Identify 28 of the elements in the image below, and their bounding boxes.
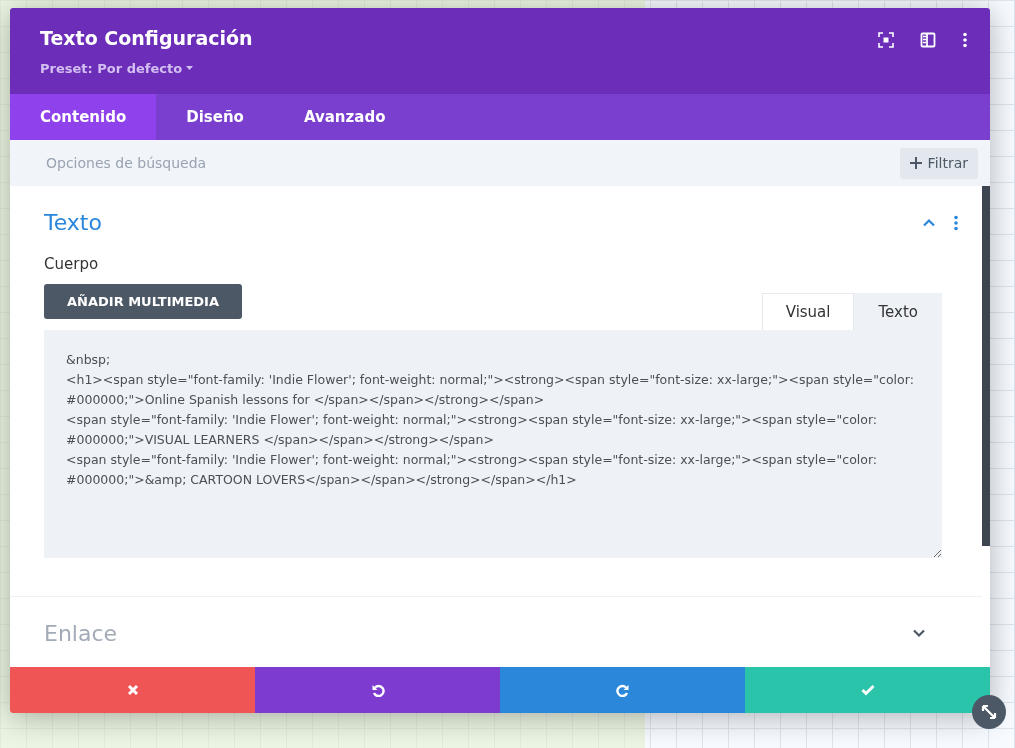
tab[interactable]: Diseño xyxy=(156,94,274,140)
plus-icon xyxy=(909,157,922,169)
search-field[interactable]: Opciones de búsqueda xyxy=(44,151,444,175)
tab[interactable]: Contenido xyxy=(10,94,157,140)
check-icon xyxy=(860,683,875,697)
tab[interactable]: Avanzado xyxy=(273,94,416,140)
section-title: Enlace xyxy=(44,620,118,648)
editor-tab[interactable]: Visual xyxy=(761,292,855,330)
more-icon[interactable] xyxy=(954,214,958,231)
resize-handle[interactable] xyxy=(972,695,1006,729)
scrollbar[interactable] xyxy=(982,186,990,546)
expand-icon[interactable] xyxy=(912,629,926,638)
undo-icon xyxy=(370,683,385,697)
modal-title: Texto Configuración xyxy=(40,26,253,51)
sidebar-icon[interactable] xyxy=(920,32,936,48)
editor-tab[interactable]: Texto xyxy=(854,292,942,330)
code-editor[interactable]: &nbsp; <h1><span style="font-family: 'Indie Flower'; font-weight: normal;"><strong><span style="font-size: xx-large;"><span style="color: #000000;">Online Spanish lessons for </span></span></strong></span> <span style="font-family: 'Indie Flower'; font-weight: normal;"><strong><span style="font-size: xx-large;"><span style="color: #000000;">VISUAL LEARNERS </span></span></strong></span> <span style="font-family: 'Indie Flower'; font-weight: normal;"><strong><span style="font-size: xx-large;"><span style="color: #000000;">&amp; CARTOON LOVERS</span></span></strong></span></h1> xyxy=(44,330,942,558)
more-icon[interactable] xyxy=(962,32,968,48)
filter-button[interactable]: Filtrar xyxy=(899,147,978,179)
redo-icon xyxy=(615,683,630,697)
resize-icon xyxy=(980,703,998,721)
preset-dropdown[interactable]: Preset: Por defecto xyxy=(40,58,253,78)
caret-icon xyxy=(186,66,194,71)
close-icon xyxy=(125,683,140,697)
section-title: Texto xyxy=(44,209,102,237)
collapse-icon[interactable] xyxy=(922,218,936,227)
field-label: Cuerpo xyxy=(44,254,100,275)
add-media-button[interactable]: AÑADIR MULTIMEDIA xyxy=(44,283,242,319)
